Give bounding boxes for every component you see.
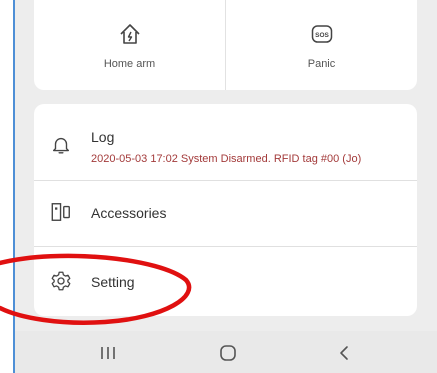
accessories-icon	[51, 203, 70, 221]
menu-list-card: Log 2020-05-03 17:02 System Disarmed. RF…	[34, 104, 417, 316]
home-arm-icon	[119, 24, 140, 44]
back-chevron-icon[interactable]	[332, 341, 356, 365]
home-arm-label: Home arm	[103, 58, 156, 70]
log-title: Log	[91, 129, 115, 145]
menu-item-setting[interactable]: Setting	[34, 246, 417, 316]
gear-icon	[51, 271, 71, 291]
menu-item-accessories[interactable]: Accessories	[34, 180, 417, 246]
app-screen: Home arm SOS Panic Log 2020-05-03 17:02 …	[15, 0, 437, 373]
menu-item-log[interactable]: Log 2020-05-03 17:02 System Disarmed. RF…	[34, 104, 417, 180]
panic-button[interactable]: SOS Panic	[226, 0, 417, 90]
sos-icon: SOS	[311, 25, 332, 43]
quick-actions-card: Home arm SOS Panic	[34, 0, 417, 90]
bell-icon	[52, 137, 70, 154]
panic-label: Panic	[307, 58, 336, 70]
log-latest-entry: 2020-05-03 17:02 System Disarmed. RFID t…	[91, 153, 362, 165]
setting-title: Setting	[91, 274, 135, 290]
home-arm-button[interactable]: Home arm	[34, 0, 225, 90]
recents-icon[interactable]	[96, 341, 120, 365]
system-navigation-bar	[15, 331, 437, 373]
accessories-title: Accessories	[91, 205, 167, 221]
home-circle-icon[interactable]	[216, 341, 240, 365]
sos-badge-text: SOS	[315, 32, 329, 39]
